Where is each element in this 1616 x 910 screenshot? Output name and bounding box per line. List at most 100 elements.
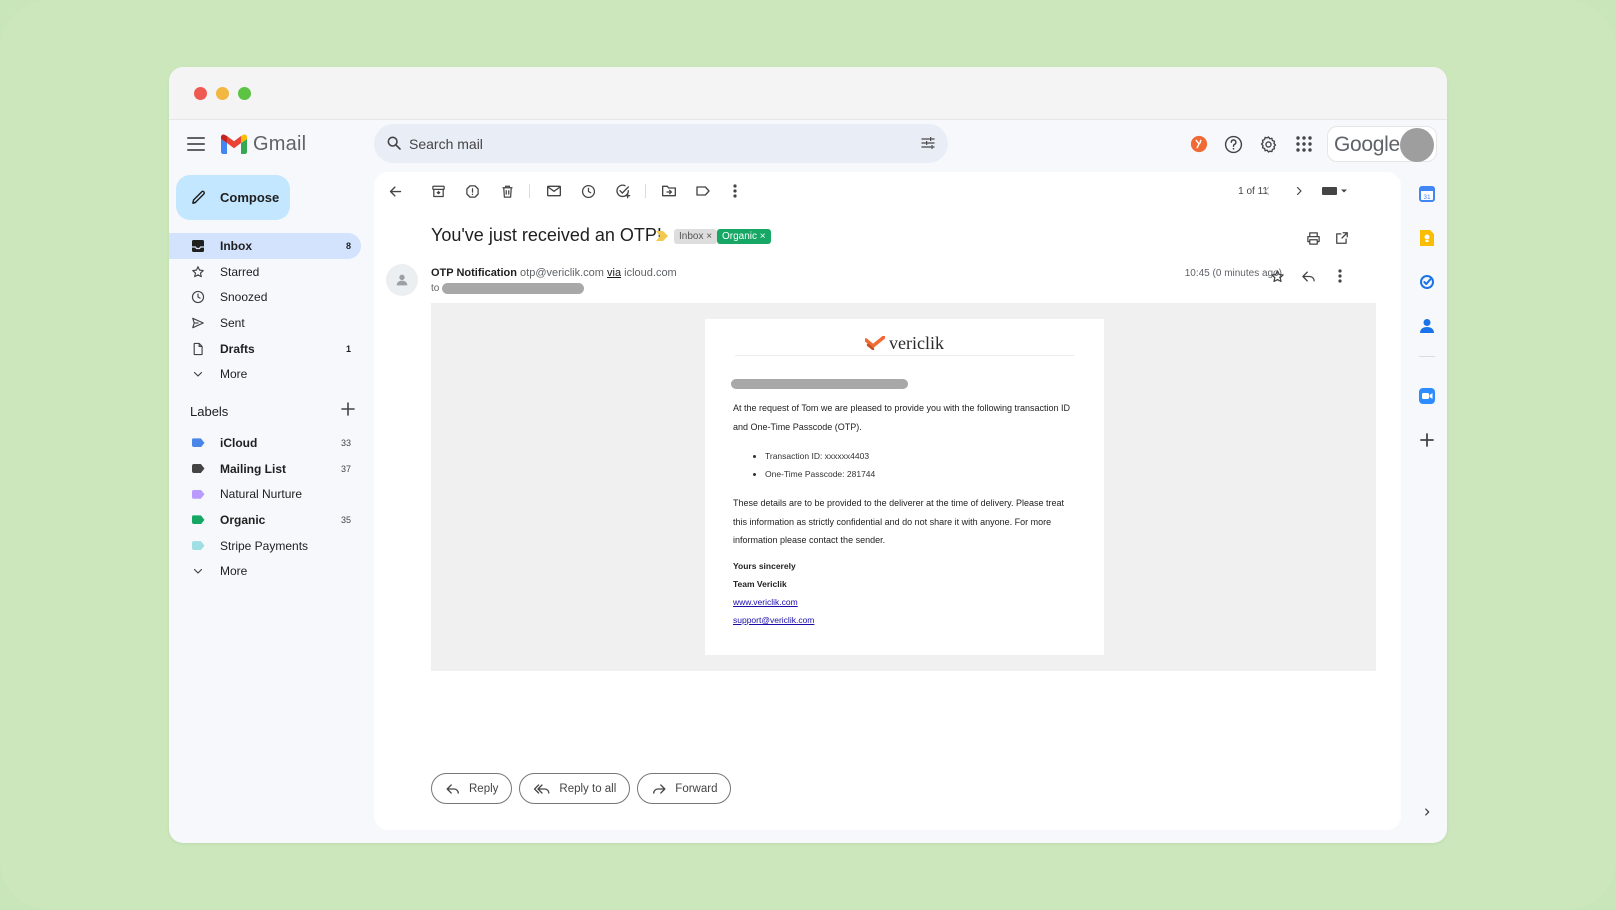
reply-all-button[interactable]: Reply to all	[519, 773, 631, 804]
sidebar-item-drafts[interactable]: Drafts 1	[169, 336, 361, 362]
older-chevron-right-icon[interactable]	[1290, 182, 1308, 200]
sidebar-item-label: Inbox	[220, 238, 252, 253]
close-window-button[interactable]	[194, 87, 207, 100]
sender-email: otp@vericlik.com	[520, 267, 604, 279]
account-avatar[interactable]	[1400, 128, 1434, 162]
label-count: 33	[340, 437, 351, 448]
search-options-icon[interactable]	[920, 135, 936, 151]
main-menu-icon[interactable]	[187, 137, 205, 151]
label-item-stripe-payments[interactable]: Stripe Payments	[169, 533, 361, 559]
intro-paragraph: At the request of Tom we are pleased to …	[733, 403, 1071, 432]
message-view: 1 of 11 You've just received an OTP! Inb…	[374, 172, 1401, 830]
sidebar-item-snoozed[interactable]: Snoozed	[169, 284, 361, 310]
calendar-icon[interactable]: 31	[1417, 184, 1437, 204]
archive-icon[interactable]	[429, 182, 447, 200]
via-link[interactable]: via	[607, 267, 621, 279]
more-options-icon[interactable]	[726, 182, 744, 200]
label-item-organic[interactable]: Organic 35	[169, 507, 361, 533]
help-icon[interactable]	[1216, 126, 1251, 162]
team-signature: Team Vericlik	[733, 579, 787, 589]
sidebar-item-label: Snoozed	[220, 290, 268, 305]
reply-label: Reply	[469, 782, 499, 795]
google-wordmark: Google	[1334, 133, 1400, 156]
reply-all-icon	[534, 783, 550, 794]
organic-label-chip[interactable]: Organic ×	[717, 229, 771, 244]
label-item-icloud[interactable]: iCloud 33	[169, 430, 361, 456]
back-arrow-icon[interactable]	[386, 182, 404, 200]
search-icon[interactable]	[386, 135, 402, 151]
website-link[interactable]: www.vericlik.com	[733, 597, 798, 607]
vericlik-logo-icon	[865, 336, 885, 350]
forward-label: Forward	[675, 782, 718, 795]
reply-actions: Reply Reply to all Forward	[431, 773, 738, 804]
settings-gear-icon[interactable]	[1251, 126, 1286, 162]
tasks-icon[interactable]	[1417, 272, 1437, 292]
draft-icon	[191, 342, 205, 356]
sidebar-item-inbox[interactable]: Inbox 8	[169, 233, 361, 259]
side-panel-rail: 31	[1409, 174, 1447, 843]
transaction-id: Transaction ID: xxxxxx4403	[765, 447, 875, 465]
zoom-app-icon[interactable]	[1417, 386, 1437, 406]
sidebar-item-label: Starred	[220, 264, 260, 279]
label-icon[interactable]	[694, 182, 712, 200]
send-icon	[191, 316, 205, 330]
brand-name: vericlik	[889, 332, 944, 353]
sidebar-item-sent[interactable]: Sent	[169, 310, 361, 336]
extension-icon[interactable]	[1181, 126, 1216, 162]
open-in-new-window-icon[interactable]	[1333, 229, 1351, 247]
message-more-icon[interactable]	[1331, 267, 1349, 285]
sidebar-item-more[interactable]: More	[169, 361, 361, 387]
sidebar-item-starred[interactable]: Starred	[169, 259, 361, 285]
delete-trash-icon[interactable]	[498, 182, 516, 200]
star-icon[interactable]	[1268, 267, 1286, 285]
label-name: iCloud	[220, 435, 258, 450]
compose-button[interactable]: Compose	[176, 175, 290, 220]
add-label-icon[interactable]	[341, 402, 355, 416]
label-item-mailing-list[interactable]: Mailing List 37	[169, 456, 361, 482]
label-name: More	[220, 564, 248, 579]
gmail-logo-icon[interactable]	[221, 134, 247, 154]
reply-arrow-icon[interactable]	[1299, 267, 1317, 285]
label-tag-icon	[191, 436, 205, 450]
rail-divider	[1419, 356, 1435, 357]
contacts-icon[interactable]	[1417, 316, 1437, 336]
move-to-folder-icon[interactable]	[660, 182, 678, 200]
sender-name[interactable]: OTP Notification	[431, 267, 517, 279]
gmail-wordmark: Gmail	[253, 133, 307, 155]
search-input[interactable]	[409, 124, 889, 163]
keep-notes-icon[interactable]	[1417, 228, 1437, 248]
closing-line: Yours sincerely	[733, 561, 796, 571]
snooze-clock-icon[interactable]	[579, 182, 597, 200]
label-name: Natural Nurture	[220, 487, 303, 502]
importance-marker-icon[interactable]	[656, 231, 669, 241]
label-tag-icon	[191, 539, 205, 553]
inbox-label-chip[interactable]: Inbox ×	[674, 229, 718, 244]
sidebar-item-label: Drafts	[220, 341, 255, 356]
reply-button[interactable]: Reply	[431, 773, 513, 804]
input-tools-keyboard-icon[interactable]	[1322, 182, 1348, 200]
labels-more[interactable]: More	[169, 558, 361, 584]
forward-button[interactable]: Forward	[637, 773, 732, 804]
search-bar[interactable]	[374, 124, 948, 163]
support-email-link[interactable]: support@vericlik.com	[733, 615, 814, 625]
apps-grid-icon[interactable]	[1286, 126, 1321, 162]
google-account-button[interactable]: Google	[1327, 126, 1437, 162]
card-divider	[735, 355, 1074, 356]
add-to-tasks-icon[interactable]	[614, 182, 632, 200]
minimize-window-button[interactable]	[216, 87, 229, 100]
mark-unread-icon[interactable]	[545, 182, 563, 200]
label-item-natural-nurture[interactable]: Natural Nurture	[169, 481, 361, 507]
details-paragraph: These details are to be provided to the …	[733, 498, 1065, 545]
email-body-background: vericlik At the request of Tom we are pl…	[431, 303, 1376, 671]
maximize-window-button[interactable]	[238, 87, 251, 100]
svg-text:31: 31	[1423, 194, 1431, 201]
sender-avatar	[386, 264, 418, 296]
report-spam-icon[interactable]	[463, 182, 481, 200]
vericlik-brand: vericlik	[705, 332, 1104, 354]
newer-chevron-left-icon[interactable]	[1258, 182, 1276, 200]
show-side-panel-chevron-icon[interactable]	[1417, 802, 1437, 822]
redacted-recipient[interactable]	[442, 283, 585, 294]
get-addons-plus-icon[interactable]	[1417, 430, 1437, 450]
print-icon[interactable]	[1304, 229, 1322, 247]
clock-icon	[191, 290, 205, 304]
